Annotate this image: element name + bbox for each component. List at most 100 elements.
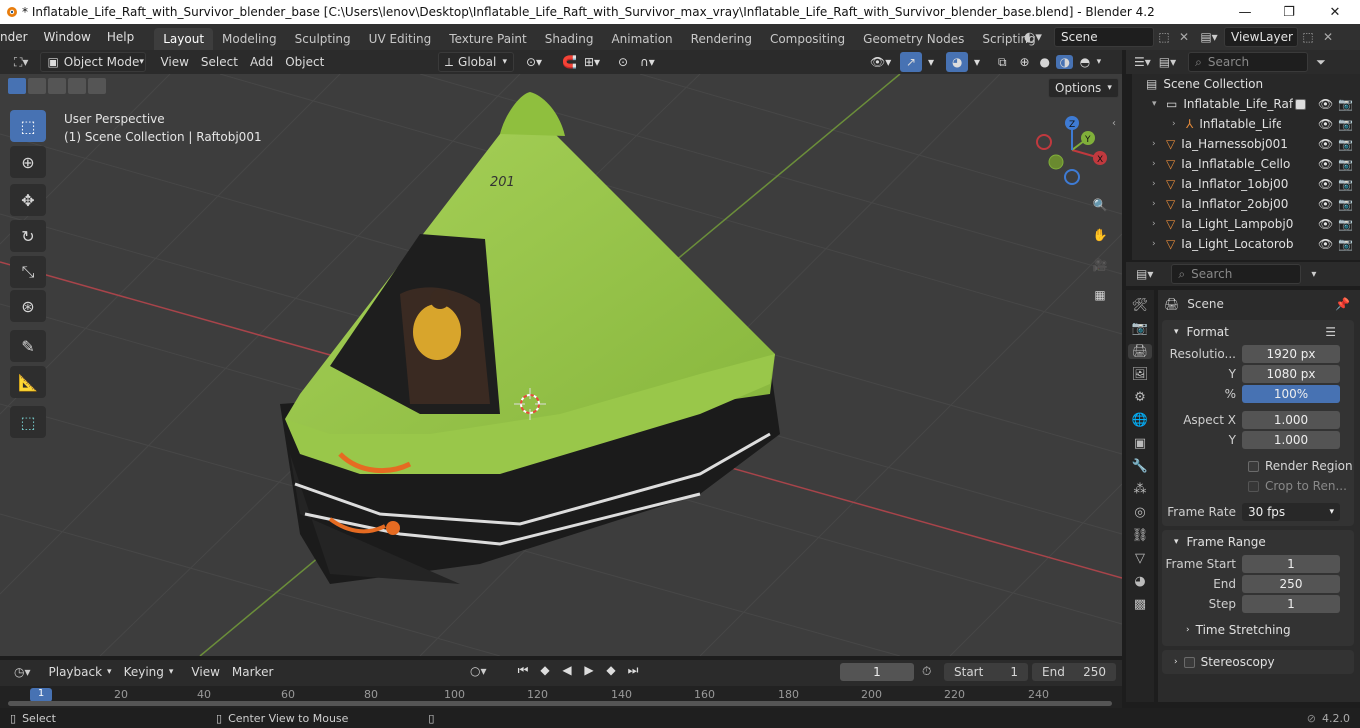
add-cube-tool[interactable]: ⬚ [10, 406, 46, 438]
tab-uv-editing[interactable]: UV Editing [360, 28, 441, 50]
tab-texture-paint[interactable]: Texture Paint [440, 28, 535, 50]
tab-shading[interactable]: Shading [536, 28, 603, 50]
3d-viewport[interactable]: 201 X Y Z User Perspective (1) Scene Col… [0, 74, 1122, 656]
camera-render-icon[interactable]: 📷 [1338, 217, 1353, 231]
stereoscopy-panel-header[interactable]: › Stereoscopy [1162, 650, 1354, 674]
transform-tool[interactable]: ⊛ [10, 290, 46, 322]
maximize-button[interactable]: ❐ [1266, 0, 1312, 24]
transform-orientation-dropdown[interactable]: ⟂ Global ▾ [438, 52, 514, 72]
pin-icon[interactable]: 📌 [1335, 297, 1350, 311]
mode-dropdown[interactable]: ▣ Object Mode ▾ [40, 52, 147, 72]
navigation-gizmo[interactable]: X Y Z [1036, 116, 1107, 185]
camera-render-icon[interactable]: 📷 [1338, 97, 1353, 111]
expand-chevron-icon[interactable]: › [1152, 179, 1166, 189]
format-panel-header[interactable]: ▾ Format ☰ [1162, 320, 1354, 344]
camera-render-icon[interactable]: 📷 [1338, 157, 1353, 171]
outliner-row[interactable]: › ▽ Ia_Inflatable_Cello 👁 📷 [1132, 154, 1360, 174]
render-tab-icon[interactable]: 📷 [1132, 321, 1148, 336]
menu-view[interactable]: View [154, 52, 194, 72]
camera-render-icon[interactable]: 📷 [1338, 137, 1353, 151]
editor-type-icon[interactable]: ⛶▾ [8, 52, 34, 72]
rendered-shading-icon[interactable]: ◓ [1076, 55, 1093, 69]
current-frame-field[interactable]: 1 [840, 663, 914, 681]
view-layer-tab-icon[interactable]: 🖼 [1132, 367, 1149, 382]
jump-end-icon[interactable]: ⏭ [624, 663, 642, 678]
time-stretching-header[interactable]: › Time Stretching [1162, 618, 1354, 642]
sidebar-toggle-icon[interactable]: ‹ [1112, 118, 1116, 129]
scene-field[interactable]: Scene [1054, 27, 1154, 47]
eye-icon[interactable]: 👁 [1318, 217, 1333, 231]
crop-row[interactable]: Crop to Ren... [1162, 476, 1354, 496]
pivot-point-icon[interactable]: ⊙▾ [520, 52, 548, 72]
xray-toggle-icon[interactable]: ⧉ [992, 52, 1013, 72]
outliner-editor-icon[interactable]: ☰▾ [1134, 55, 1151, 69]
move-tool[interactable]: ✥ [10, 184, 46, 216]
frame-range-panel-header[interactable]: ▾ Frame Range [1162, 530, 1354, 554]
tab-animation[interactable]: Animation [602, 28, 681, 50]
select-box-tool[interactable]: ⬚ [10, 110, 46, 142]
aspect-y-field[interactable]: 1.000 [1242, 431, 1340, 449]
outliner-row[interactable]: › ▽ Ia_Inflator_2obj00 👁 📷 [1132, 194, 1360, 214]
pan-button[interactable]: ✋ [1085, 220, 1115, 250]
outliner-row-collection[interactable]: ▾ ▭ Inflatable_Life_Raft 👁 📷 [1132, 94, 1360, 114]
material-tab-icon[interactable]: ◕ [1134, 574, 1145, 589]
prev-keyframe-icon[interactable]: ◆ [536, 663, 554, 678]
menu-playback[interactable]: Playback ▾ [43, 662, 118, 682]
menu-window[interactable]: Window [36, 30, 99, 44]
menu-keying[interactable]: Keying ▾ [118, 662, 180, 682]
menu-timeline-view[interactable]: View [185, 662, 225, 682]
pin-scene-icon[interactable]: ⬚ [1154, 30, 1174, 44]
constraints-tab-icon[interactable]: ⛓ [1132, 528, 1149, 543]
presets-icon[interactable]: ☰ [1325, 325, 1336, 339]
modifier-tab-icon[interactable]: 🔧 [1132, 459, 1148, 474]
select-intersect-icon[interactable] [88, 78, 106, 94]
frame-start-field[interactable]: 1 [1242, 555, 1340, 573]
delete-scene-icon[interactable]: ✕ [1174, 30, 1194, 44]
zoom-button[interactable]: 🔍 [1085, 190, 1115, 220]
aspect-x-field[interactable]: 1.000 [1242, 411, 1340, 429]
measure-tool[interactable]: 📐 [10, 366, 46, 398]
outliner-search-input[interactable]: ⌕ Search [1188, 52, 1309, 72]
menu-render[interactable]: nder [0, 30, 36, 44]
expand-chevron-icon[interactable]: › [1152, 139, 1166, 149]
toggle-ortho-button[interactable]: ▦ [1085, 280, 1115, 310]
resolution-x-field[interactable]: 1920 px [1242, 345, 1340, 363]
camera-view-button[interactable]: 🎥 [1085, 250, 1115, 280]
menu-object[interactable]: Object [279, 52, 330, 72]
menu-add[interactable]: Add [244, 52, 279, 72]
expand-chevron-icon[interactable]: › [1152, 199, 1166, 209]
stereoscopy-checkbox[interactable] [1183, 656, 1195, 668]
crop-checkbox[interactable] [1248, 480, 1259, 492]
overlays-toggle-icon[interactable]: ◕ [946, 52, 969, 72]
resolution-percent-slider[interactable]: 100% [1242, 385, 1340, 403]
camera-render-icon[interactable]: 📷 [1338, 117, 1353, 131]
start-frame-field[interactable]: Start 1 [944, 663, 1028, 681]
timeline-scrollbar[interactable] [8, 701, 1112, 706]
tab-rendering[interactable]: Rendering [682, 28, 761, 50]
tool-tab-icon[interactable]: 🛠 [1132, 298, 1149, 313]
output-tab-icon[interactable]: 🖨 [1128, 344, 1152, 359]
physics-tab-icon[interactable]: ◎ [1134, 505, 1145, 520]
select-new-icon[interactable] [8, 78, 26, 94]
collapse-chevron-icon[interactable]: ▾ [1152, 99, 1166, 109]
frame-step-field[interactable]: 1 [1242, 595, 1340, 613]
rotate-tool[interactable]: ↻ [10, 220, 46, 252]
material-shading-icon[interactable]: ◑ [1056, 55, 1074, 69]
jump-start-icon[interactable]: ⏮ [514, 663, 532, 678]
resolution-y-field[interactable]: 1080 px [1242, 365, 1340, 383]
menu-select[interactable]: Select [195, 52, 244, 72]
frame-rate-dropdown[interactable]: 30 fps ▾ [1242, 503, 1340, 521]
tab-geometry-nodes[interactable]: Geometry Nodes [854, 28, 973, 50]
menu-marker[interactable]: Marker [226, 662, 279, 682]
expand-chevron-icon[interactable]: › [1152, 159, 1166, 169]
eye-icon[interactable]: 👁 [1318, 197, 1333, 211]
outliner-row[interactable]: › ▽ Ia_Harnessobj001 👁 📷 [1132, 134, 1360, 154]
select-extend-icon[interactable] [28, 78, 46, 94]
overlays-dropdown-icon[interactable]: ▾ [968, 52, 986, 72]
world-tab-icon[interactable]: 🌐 [1132, 413, 1148, 428]
outliner-row[interactable]: › ▽ Ia_Inflator_1obj00 👁 📷 [1132, 174, 1360, 194]
preview-range-icon[interactable]: ⏱ [922, 664, 931, 679]
properties-search-input[interactable]: ⌕ Search [1171, 264, 1302, 284]
camera-render-icon[interactable]: 📷 [1338, 177, 1353, 191]
next-keyframe-icon[interactable]: ◆ [602, 663, 620, 678]
